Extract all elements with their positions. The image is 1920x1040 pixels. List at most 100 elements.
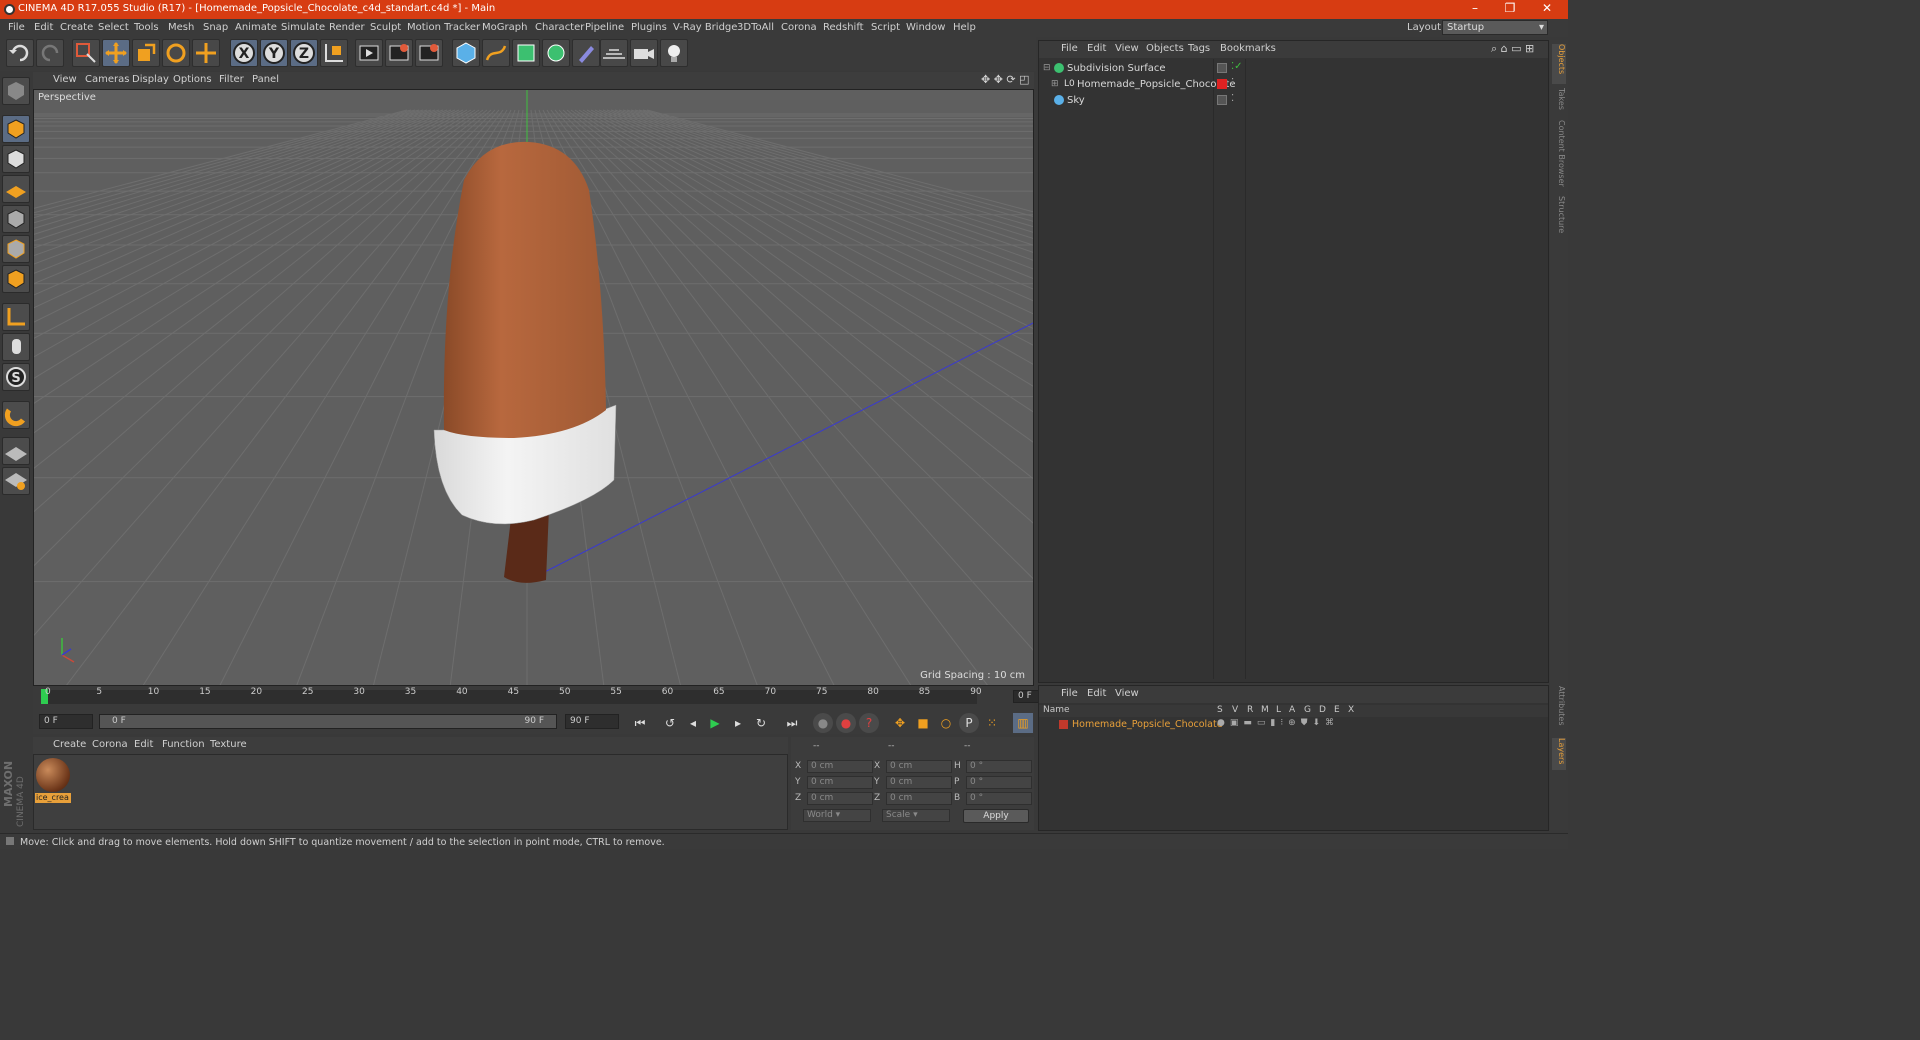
menu-3dtoall[interactable]: 3DToAll [737, 22, 774, 33]
expand-icon[interactable]: ⊟ [1043, 63, 1051, 73]
workplane-mode-icon[interactable] [2, 175, 30, 203]
enabled-check-icon[interactable]: ⁚✓ [1231, 61, 1243, 72]
tab-objects[interactable]: Objects [1552, 44, 1566, 84]
material-menu-corona[interactable]: Corona [92, 739, 128, 750]
key-scale-icon[interactable]: ■ [913, 713, 933, 733]
coordinate-system-dropdown[interactable]: World ▾ [803, 809, 871, 822]
restore-icon[interactable]: ❐ [1495, 1, 1525, 18]
menu-corona[interactable]: Corona [781, 22, 817, 33]
layer-row[interactable]: Homemade_Popsicle_Chocolate ●▣▬▭▮⁝⊕⛊⬇⌘ [1039, 718, 1548, 734]
material-swatch[interactable]: ice_crea [35, 757, 71, 803]
undo-icon[interactable] [6, 39, 34, 67]
menu-create[interactable]: Create [60, 22, 93, 33]
viewport-menu-options[interactable]: Options [173, 74, 212, 85]
viewport-menu-panel[interactable]: Panel [252, 74, 279, 85]
obj-search-home-icons[interactable]: ⌕ ⌂ ▭ ⊞ [1491, 42, 1534, 56]
layer-tag-icon[interactable] [1217, 95, 1227, 105]
obj-menu-edit[interactable]: Edit [1087, 43, 1106, 54]
visibility-dots-icon[interactable]: ⁚ [1231, 93, 1234, 104]
tab-content-browser[interactable]: Content Browser [1552, 120, 1566, 190]
y-axis-lock-icon[interactable]: Y [260, 39, 288, 67]
material-menu-create[interactable]: Create [53, 739, 86, 750]
floor-icon[interactable] [600, 39, 628, 67]
next-frame-icon[interactable]: ▸ [728, 713, 748, 733]
layer-tag-icon[interactable] [1217, 63, 1227, 73]
object-row-sky[interactable]: Sky ⁚ [1039, 93, 1548, 109]
tab-layers[interactable]: Layers [1552, 738, 1566, 770]
render-picture-viewer-icon[interactable] [385, 39, 413, 67]
spline-pen-icon[interactable] [482, 39, 510, 67]
mograph-cloner-icon[interactable] [542, 39, 570, 67]
solo-mode-icon[interactable]: S [2, 363, 30, 391]
menu-mograph[interactable]: MoGraph [482, 22, 527, 33]
frame-range-slider[interactable]: 0 F 90 F [99, 714, 557, 729]
object-row-subdivision-surface[interactable]: ⊟ Subdivision Surface ⁚✓ [1039, 61, 1548, 77]
model-mode-icon[interactable] [2, 115, 30, 143]
apply-button[interactable]: Apply [963, 809, 1029, 823]
z-axis-lock-icon[interactable]: Z [290, 39, 318, 67]
key-pla-icon[interactable]: ⁙ [982, 713, 1002, 733]
material-menu-function[interactable]: Function [162, 739, 205, 750]
previous-frame-icon[interactable]: ◂ [683, 713, 703, 733]
go-to-start-icon[interactable]: ⏮ [630, 713, 650, 733]
layer-color-icon[interactable] [1217, 79, 1227, 89]
visibility-dots-icon[interactable]: ⁚ [1231, 77, 1234, 88]
timeline-window-icon[interactable]: ▥ [1013, 713, 1033, 733]
menu-render[interactable]: Render [329, 22, 365, 33]
perspective-viewport[interactable]: Perspective Grid Spacing : 10 cm [33, 89, 1034, 686]
planar-workplane-icon[interactable] [2, 467, 30, 495]
transform-mode-dropdown[interactable]: Scale ▾ [882, 809, 950, 822]
key-rotation-icon[interactable]: ○ [936, 713, 956, 733]
layer-color-swatch[interactable] [1059, 720, 1068, 729]
viewport-menu-display[interactable]: Display [132, 74, 169, 85]
workplane-lock-icon[interactable] [2, 437, 30, 465]
menu-sculpt[interactable]: Sculpt [370, 22, 401, 33]
key-parameter-icon[interactable]: P [959, 713, 979, 733]
play-forward-icon[interactable]: ▶ [705, 713, 725, 733]
coord-field[interactable]: 0 cm [807, 792, 873, 805]
menu-mesh[interactable]: Mesh [168, 22, 194, 33]
x-axis-lock-icon[interactable]: X [230, 39, 258, 67]
coord-field[interactable]: 0 ° [966, 776, 1032, 789]
polygons-mode-icon[interactable] [2, 265, 30, 293]
menu-vray-bridge[interactable]: V-Ray Bridge [673, 22, 737, 33]
live-selection-icon[interactable] [72, 39, 100, 67]
menu-character[interactable]: Character [535, 22, 584, 33]
tab-takes[interactable]: Takes [1552, 88, 1566, 114]
start-frame-field[interactable]: 0 F [39, 714, 93, 729]
viewport-navigation-icons[interactable]: ✥ ✥ ⟳ ◰ [981, 73, 1030, 86]
menu-simulate[interactable]: Simulate [281, 22, 325, 33]
move-tool-icon[interactable] [102, 39, 130, 67]
obj-menu-bookmarks[interactable]: Bookmarks [1220, 43, 1276, 54]
minimize-icon[interactable]: – [1460, 1, 1490, 18]
light-icon[interactable] [660, 39, 688, 67]
layer-menu-file[interactable]: File [1061, 688, 1078, 699]
viewport-menu-filter[interactable]: Filter [219, 74, 244, 85]
layer-menu-edit[interactable]: Edit [1087, 688, 1106, 699]
autokeying-icon[interactable]: ? [859, 713, 879, 733]
coord-field[interactable]: 0 ° [966, 760, 1032, 773]
layer-menu-view[interactable]: View [1115, 688, 1139, 699]
deformer-icon[interactable] [572, 39, 600, 67]
menu-edit[interactable]: Edit [34, 22, 53, 33]
expand-icon[interactable]: ⊞ [1051, 79, 1059, 89]
obj-menu-objects[interactable]: Objects [1146, 43, 1184, 54]
camera-icon[interactable] [630, 39, 658, 67]
edges-mode-icon[interactable] [2, 235, 30, 263]
end-frame-field[interactable]: 90 F [565, 714, 619, 729]
key-position-icon[interactable]: ✥ [890, 713, 910, 733]
render-view-icon[interactable] [355, 39, 383, 67]
material-menu-texture[interactable]: Texture [210, 739, 247, 750]
material-manager-area[interactable]: ice_crea [33, 754, 788, 830]
next-key-icon[interactable]: ↻ [751, 713, 771, 733]
tab-structure[interactable]: Structure [1552, 196, 1566, 240]
snap-magnet-icon[interactable] [2, 401, 30, 429]
redo-icon[interactable] [36, 39, 64, 67]
coordinate-system-icon[interactable] [320, 39, 348, 67]
obj-menu-tags[interactable]: Tags [1188, 43, 1210, 54]
previous-key-icon[interactable]: ↺ [660, 713, 680, 733]
tweak-mode-icon[interactable] [2, 333, 30, 361]
menu-pipeline[interactable]: Pipeline [585, 22, 624, 33]
subdivision-surface-icon[interactable] [512, 39, 540, 67]
axis-mode-icon[interactable] [2, 303, 30, 331]
